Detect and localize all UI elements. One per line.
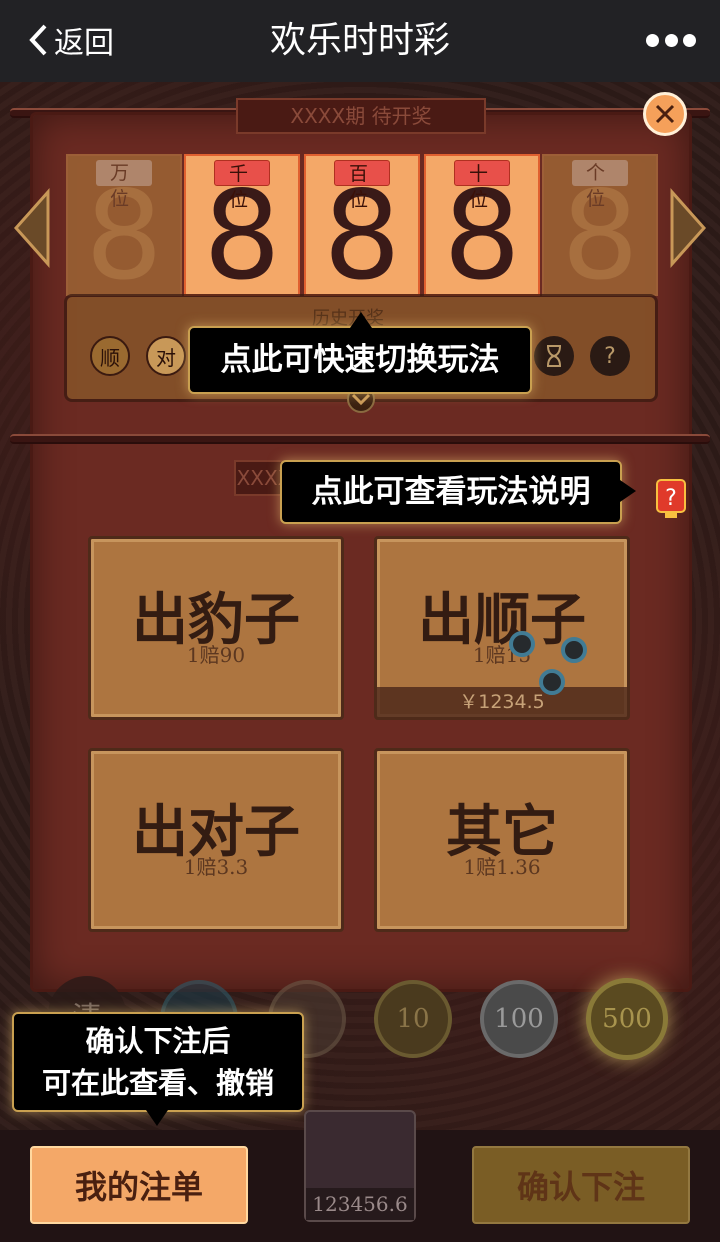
tooltip-pointer-up [350, 312, 372, 332]
chip-token-icon [509, 631, 535, 657]
rules-help-button[interactable]: ? [654, 478, 688, 518]
tooltip-pointer-down [146, 1110, 168, 1130]
digit-card-wan: 万位 8 [66, 154, 182, 297]
chip-token-icon [539, 669, 565, 695]
digit-card-bai: 百位 8 [304, 154, 420, 297]
period-plaque: XXXX期 待开奖 [236, 98, 486, 134]
middle-rail [10, 434, 710, 444]
close-guide-button[interactable] [643, 92, 687, 136]
switch-mode-tooltip: 点此可快速切换玩法 [188, 326, 532, 394]
lantern-help-icon: ? [656, 479, 686, 518]
chip-100-button[interactable]: 100 [480, 980, 558, 1058]
mode-shun-button[interactable]: 顺 [90, 336, 130, 376]
confirm-bet-button[interactable]: 确认下注 [472, 1146, 690, 1224]
svg-text:?: ? [665, 486, 677, 511]
chip-token-icon [561, 637, 587, 663]
bet-odds: 1赔15 [472, 643, 532, 667]
bet-odds: 1赔90 [186, 643, 246, 667]
bet-card-duizi[interactable]: 出对子 1赔3.3 [88, 748, 344, 932]
digit-card-shi: 十位 8 [424, 154, 540, 297]
digit-label: 千位 [214, 160, 270, 211]
prev-arrow-button[interactable] [12, 188, 52, 268]
bet-card-shunzi[interactable]: 出顺子 1赔15 ￥1234.5 [374, 536, 630, 720]
orders-tooltip: 确认下注后 可在此查看、撤销 [12, 1012, 304, 1112]
digit-label: 个位 [572, 160, 628, 210]
balance-value: 123456.6 [306, 1188, 414, 1220]
chip-500-button[interactable]: 500 [586, 978, 668, 1060]
digit-label: 万位 [96, 160, 152, 210]
bet-card-baozi[interactable]: 出豹子 1赔90 [88, 536, 344, 720]
bet-odds: 1赔3.3 [183, 855, 249, 879]
bet-odds: 1赔1.36 [463, 855, 541, 879]
orders-tooltip-line1: 确认下注后 [85, 1023, 231, 1058]
hourglass-icon [547, 345, 561, 367]
triangle-right-icon [670, 188, 707, 268]
back-label: 返回 [54, 26, 114, 61]
chevron-left-icon [29, 24, 47, 56]
help-button[interactable]: ? [590, 336, 630, 376]
tooltip-pointer-right [620, 480, 636, 506]
bet-card-other[interactable]: 其它 1赔1.36 [374, 748, 630, 932]
bet-amount: ￥1234.5 [377, 687, 627, 717]
orders-tooltip-line2: 可在此查看、撤销 [41, 1066, 274, 1100]
rules-tooltip: 点此可查看玩法说明 [280, 460, 622, 524]
triangle-left-icon [13, 188, 50, 268]
digit-card-ge: 个位 8 [542, 154, 658, 297]
next-arrow-button[interactable] [668, 188, 708, 268]
my-orders-button[interactable]: 我的注单 [30, 1146, 248, 1224]
back-button[interactable]: 返回 [28, 18, 114, 62]
close-icon [655, 104, 675, 124]
balance-box: 123456.6 [304, 1110, 416, 1222]
mode-dui-button[interactable]: 对 [146, 336, 186, 376]
history-timer-button[interactable] [534, 336, 574, 376]
more-menu-button[interactable] [646, 30, 696, 50]
digit-label: 百位 [334, 160, 390, 211]
chip-10-button[interactable]: 10 [374, 980, 452, 1058]
digit-label: 十位 [454, 160, 510, 211]
digit-card-qian: 千位 8 [184, 154, 300, 297]
